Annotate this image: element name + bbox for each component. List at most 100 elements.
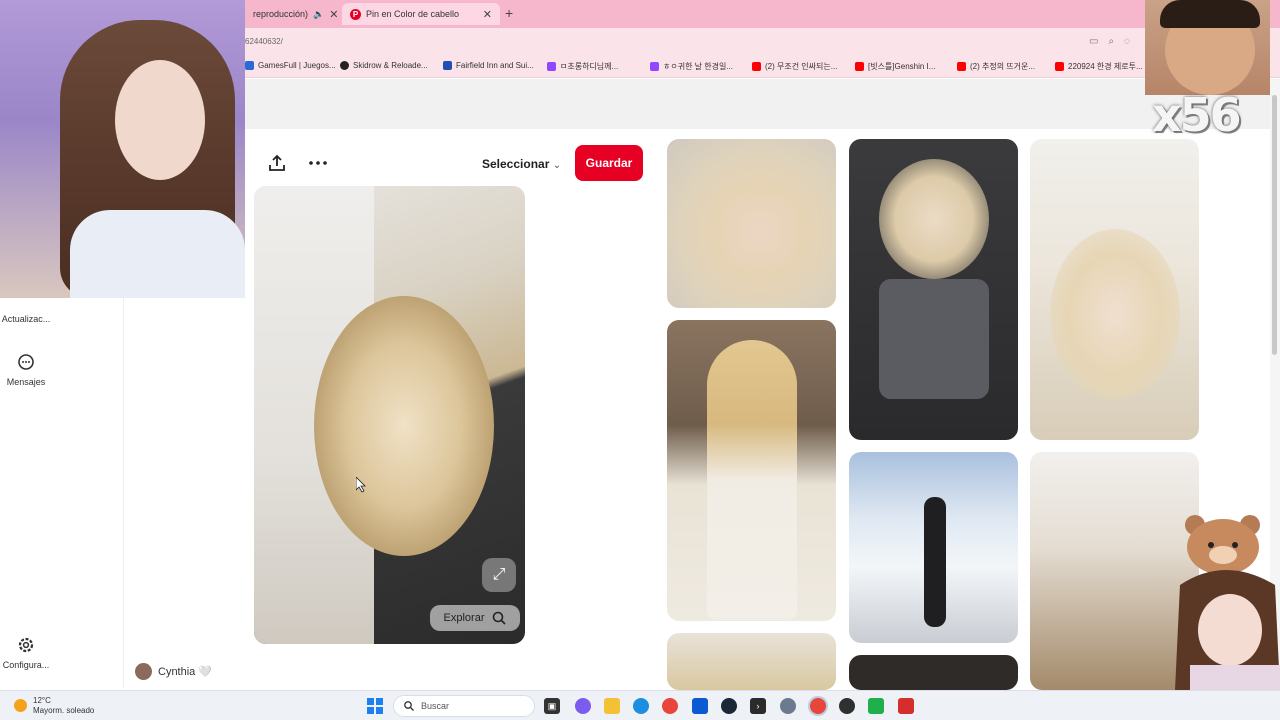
close-tab-icon[interactable]: ✕ <box>329 8 338 21</box>
webcam-region <box>1160 0 1260 28</box>
scrollbar-thumb[interactable] <box>1272 95 1277 355</box>
bookmark-label: Skidrow & Reloade... <box>353 61 428 70</box>
hide-icon[interactable]: ◌ <box>1124 36 1130 47</box>
sidebar-item-label: Actualizac... <box>1 314 51 324</box>
sidebar-item-label: Configura... <box>2 660 50 670</box>
related-pin-image[interactable] <box>667 139 836 308</box>
bookmark-item[interactable]: Skidrow & Reloade... <box>340 61 428 70</box>
speaker-icon[interactable]: 🔈 <box>313 9 324 20</box>
edge-icon[interactable] <box>633 698 649 714</box>
bookmark-item[interactable]: ㅁ초롱하디님께... <box>547 61 618 72</box>
board-select-dropdown[interactable]: Seleccionar ⌄ <box>482 157 561 171</box>
chrome-active-icon[interactable] <box>810 698 826 714</box>
weather-text: Mayorm. soleado <box>33 706 95 715</box>
app-icon[interactable] <box>868 698 884 714</box>
more-options-icon[interactable] <box>308 155 328 171</box>
webcam-overlay <box>0 0 245 298</box>
related-pin-image[interactable] <box>849 139 1018 440</box>
bookmark-icon <box>752 62 761 71</box>
bookmark-icon <box>650 62 659 71</box>
photo-region <box>1050 229 1180 399</box>
bookmark-label: (2) 무조건 인싸되는... <box>765 62 838 71</box>
explore-label: Explorar <box>443 612 485 624</box>
related-pin-image[interactable] <box>1030 139 1199 440</box>
bookmark-label: GamesFull | Juegos... <box>258 61 336 70</box>
tab-previous[interactable]: reproducción) 🔈 ✕ <box>245 3 340 25</box>
bookmark-item[interactable]: GamesFull | Juegos... <box>245 61 336 70</box>
photo-region <box>314 296 494 556</box>
pinterest-header <box>245 79 1280 129</box>
bookmark-item[interactable]: 220924 한경 제로투... <box>1055 61 1143 72</box>
steam-icon[interactable] <box>721 698 737 714</box>
search-icon <box>493 611 507 625</box>
taskbar: 12°C Mayorm. soleado Buscar ▣ › <box>0 690 1280 720</box>
search-icon <box>404 701 414 711</box>
save-button[interactable]: Guardar <box>575 145 643 181</box>
taskbar-search-input[interactable]: Buscar <box>393 695 535 717</box>
tab-active[interactable]: P Pin en Color de cabello ✕ <box>342 3 500 25</box>
webcam-region <box>115 60 205 180</box>
chrome-icon[interactable] <box>662 698 678 714</box>
related-pin-image[interactable] <box>667 633 836 690</box>
copilot-icon[interactable] <box>575 698 591 714</box>
new-tab-icon[interactable]: + <box>505 5 513 21</box>
bookmark-label: Fairfield Inn and Sui... <box>456 61 534 70</box>
related-pin-image[interactable] <box>1030 452 1199 690</box>
expand-icon[interactable]: ⤢ <box>482 558 516 592</box>
settings-icon[interactable] <box>780 698 796 714</box>
bookmark-item[interactable]: [빗스틀]Genshin I... <box>855 61 935 72</box>
bookmark-icon <box>855 62 864 71</box>
bookmark-item[interactable]: (2) 무조건 인싸되는... <box>752 61 837 72</box>
bookmark-icon <box>547 62 556 71</box>
tab-label: Pin en Color de cabello <box>366 9 460 19</box>
bookmark-item[interactable]: (2) 추정의 뜨거운... <box>957 61 1035 72</box>
bookmark-icon <box>245 61 254 70</box>
file-explorer-icon[interactable] <box>604 698 620 714</box>
tab-label: reproducción) <box>253 9 309 19</box>
share-icon[interactable] <box>267 153 287 173</box>
bookmark-label: (2) 추정의 뜨거운... <box>970 62 1036 71</box>
board-select-label: Seleccionar <box>482 157 550 171</box>
task-view-icon[interactable]: ▣ <box>544 698 560 714</box>
mouse-cursor-icon <box>356 477 366 493</box>
webcam-region <box>70 210 245 298</box>
photo-region <box>924 497 946 627</box>
bookmark-item[interactable]: ㅎㅇ귀한 날 한경일... <box>650 61 733 72</box>
related-pin-image[interactable] <box>849 655 1018 690</box>
close-tab-icon[interactable]: ✕ <box>483 8 492 21</box>
pinterest-icon: P <box>350 8 361 20</box>
sidebar-item-updates[interactable]: Actualizac... <box>0 298 52 324</box>
reaction-cam-overlay <box>1145 0 1270 95</box>
bookmark-label: ㅎㅇ귀한 날 한경일... <box>663 62 733 71</box>
photo-region <box>879 279 989 399</box>
related-pin-image[interactable] <box>849 452 1018 643</box>
windows-start-icon[interactable] <box>367 698 383 714</box>
sidebar-item-label: Mensajes <box>6 377 46 387</box>
sidebar-item-messages[interactable]: Mensajes <box>0 353 52 387</box>
bookmark-label: 220924 한경 제로투... <box>1068 62 1143 71</box>
obs-icon[interactable] <box>839 698 855 714</box>
url-text[interactable]: 62440632/ <box>245 37 283 46</box>
multiplier-overlay: x56 <box>1152 88 1242 142</box>
temperature: 12°C <box>33 696 51 705</box>
explore-button[interactable]: Explorar <box>430 605 520 631</box>
related-pin-image[interactable] <box>667 320 836 621</box>
zoom-icon[interactable]: ⌕ <box>1108 36 1114 47</box>
bookmark-label: ㅁ초롱하디님께... <box>560 62 619 71</box>
app-icon[interactable] <box>898 698 914 714</box>
bookmark-label: [빗스틀]Genshin I... <box>868 62 936 71</box>
user-chip[interactable]: Cynthia 🤍 <box>135 663 212 680</box>
user-name: Cynthia 🤍 <box>158 666 213 678</box>
gear-icon <box>18 637 34 653</box>
store-icon[interactable] <box>692 698 708 714</box>
chevron-down-icon: ⌄ <box>552 160 562 171</box>
bookmark-item[interactable]: Fairfield Inn and Sui... <box>443 61 534 70</box>
bookmark-icon <box>1055 62 1064 71</box>
bookmark-icon <box>340 61 349 70</box>
terminal-icon[interactable]: › <box>750 698 766 714</box>
sidebar-item-settings[interactable]: Configura... <box>0 636 52 670</box>
weather-widget[interactable]: 12°C Mayorm. soleado <box>14 696 94 716</box>
cast-icon[interactable]: ▭ <box>1089 36 1098 47</box>
avatar <box>135 663 152 680</box>
bookmark-icon <box>443 61 452 70</box>
